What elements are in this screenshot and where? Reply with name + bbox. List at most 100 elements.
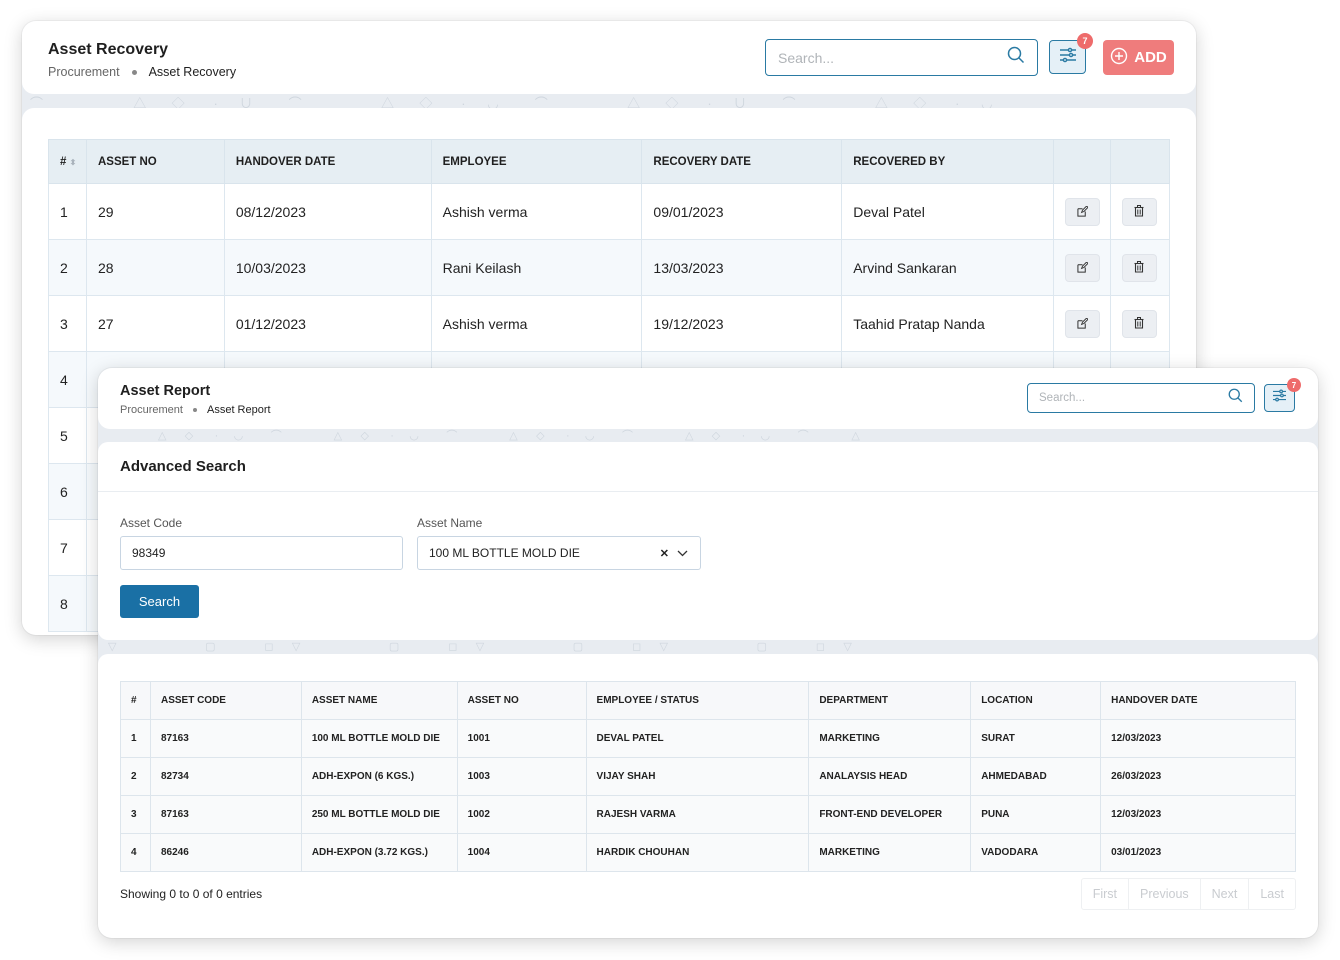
decorative-pattern: ▽ ▢ ◻ ▽ ▢ ◻ ▽ ▢ ◻ ▽ ▢ ◻ ▽ xyxy=(108,641,852,653)
entries-info: Showing 0 to 0 of 0 entries xyxy=(120,887,263,901)
col-header-employee[interactable]: EMPLOYEE xyxy=(430,139,643,184)
edit-button[interactable] xyxy=(1065,309,1101,338)
cell-department: ANALAYSIS HEAD xyxy=(808,757,972,796)
page-next-button[interactable]: Next xyxy=(1199,879,1249,909)
cell-index: 2 xyxy=(120,757,151,796)
search-input[interactable] xyxy=(1039,392,1228,404)
col-header-location[interactable]: LOCATION xyxy=(970,681,1102,720)
table-row[interactable]: 3 27 01/12/2023 Ashish verma 19/12/2023 Taahi… xyxy=(48,295,1171,352)
edit-button[interactable] xyxy=(1065,197,1101,226)
cell-asset-no: 1001 xyxy=(456,719,587,758)
search-button[interactable]: Search xyxy=(120,585,199,618)
table-row[interactable]: 1 29 08/12/2023 Ashish verma 09/01/2023 Deval… xyxy=(48,183,1171,240)
cell-location: SURAT xyxy=(970,719,1102,758)
page-previous-button[interactable]: Previous xyxy=(1128,879,1200,909)
table-row[interactable]: 2 28 10/03/2023 Rani Keilash 13/03/2023 Arvin… xyxy=(48,239,1171,296)
breadcrumb-procurement[interactable]: Procurement xyxy=(120,404,183,416)
col-header-handover-date[interactable]: HANDOVER DATE xyxy=(223,139,432,184)
cell-asset-code: 86246 xyxy=(149,833,302,872)
delete-button[interactable] xyxy=(1121,309,1157,338)
breadcrumb-current: Asset Report xyxy=(206,404,271,416)
col-header-asset-no[interactable]: ASSET NO xyxy=(456,681,587,720)
asset-name-value: 100 ML BOTTLE MOLD DIE xyxy=(429,546,580,560)
table-row[interactable]: 4 86246 ADH-EXPON (3.72 KGS.) 1004 HARDIK CH… xyxy=(120,833,1296,872)
asset-code-input[interactable]: 98349 xyxy=(120,536,403,570)
search-field[interactable] xyxy=(765,39,1038,76)
cell-edit xyxy=(1053,295,1111,352)
page-title: Asset Report xyxy=(120,383,211,399)
cell-index: 1 xyxy=(48,183,87,240)
cell-delete xyxy=(1109,239,1171,296)
add-button[interactable]: ADD xyxy=(1103,40,1174,75)
asset-name-select[interactable]: 100 ML BOTTLE MOLD DIE ✕ xyxy=(417,536,701,570)
col-header-index[interactable]: # ⬍ xyxy=(48,139,87,184)
col-header-asset-code[interactable]: ASSET CODE xyxy=(149,681,302,720)
search-icon[interactable] xyxy=(1007,46,1025,69)
cell-delete xyxy=(1109,295,1171,352)
col-header-recovered-by[interactable]: RECOVERED BY xyxy=(841,139,1055,184)
search-field[interactable] xyxy=(1027,383,1255,413)
divider xyxy=(98,491,1318,492)
add-label: ADD xyxy=(1134,49,1167,66)
table-row[interactable]: 1 87163 100 ML BOTTLE MOLD DIE 1001 DEVAL PA… xyxy=(120,719,1296,758)
edit-icon xyxy=(1077,316,1089,332)
cell-handover-date: 12/03/2023 xyxy=(1100,719,1296,758)
edit-icon xyxy=(1077,260,1089,276)
cell-asset-no: 1002 xyxy=(456,795,587,834)
filter-count-badge: 7 xyxy=(1287,378,1301,392)
asset-code-label: Asset Code xyxy=(120,516,183,530)
cell-recovery-date: 09/01/2023 xyxy=(641,183,843,240)
cell-recovery-date: 13/03/2023 xyxy=(641,239,843,296)
cell-index: 8 xyxy=(48,575,87,632)
cell-index: 2 xyxy=(48,239,87,296)
col-header-recovery-date[interactable]: RECOVERY DATE xyxy=(641,139,843,184)
edit-button[interactable] xyxy=(1065,253,1101,282)
asset-name-label: Asset Name xyxy=(417,516,483,530)
sort-icon[interactable]: ⬍ xyxy=(70,158,77,167)
col-header-department[interactable]: DEPARTMENT xyxy=(808,681,972,720)
table-header-row: # ⬍ ASSET NO HANDOVER DATE EMPLOYEE RECO… xyxy=(48,139,1171,184)
cell-asset-no: 29 xyxy=(85,183,225,240)
cell-department: MARKETING xyxy=(808,833,972,872)
col-header-index[interactable]: # xyxy=(120,681,151,720)
table-row[interactable]: 3 87163 250 ML BOTTLE MOLD DIE 1002 RAJESH V… xyxy=(120,795,1296,834)
cell-handover-date: 03/01/2023 xyxy=(1100,833,1296,872)
table-header-row: # ASSET CODE ASSET NAME ASSET NO EMPLOYE… xyxy=(120,681,1296,720)
delete-button[interactable] xyxy=(1121,197,1157,226)
col-header-employee-status[interactable]: EMPLOYEE / STATUS xyxy=(585,681,810,720)
cell-asset-code: 87163 xyxy=(149,719,302,758)
filter-button[interactable]: 7 xyxy=(1049,33,1093,74)
cell-employee-status: VIJAY SHAH xyxy=(585,757,810,796)
asset-code-value: 98349 xyxy=(132,546,166,560)
page-header: Asset Recovery Procurement Asset Recover… xyxy=(22,21,1196,94)
col-header-handover-date[interactable]: HANDOVER DATE xyxy=(1100,681,1296,720)
cell-asset-name: 250 ML BOTTLE MOLD DIE xyxy=(300,795,458,834)
cell-asset-name: 100 ML BOTTLE MOLD DIE xyxy=(300,719,458,758)
trash-icon xyxy=(1134,260,1144,276)
cell-handover-date: 12/03/2023 xyxy=(1100,795,1296,834)
breadcrumb-procurement[interactable]: Procurement xyxy=(48,65,120,79)
cell-employee: Ashish verma xyxy=(430,183,643,240)
cell-asset-no: 27 xyxy=(85,295,225,352)
search-input[interactable] xyxy=(778,49,1007,66)
cell-edit xyxy=(1053,183,1111,240)
page-header: Asset Report Procurement Asset Report 7 xyxy=(98,368,1318,429)
edit-icon xyxy=(1077,204,1089,220)
cell-handover-date: 01/12/2023 xyxy=(223,295,432,352)
page-last-button[interactable]: Last xyxy=(1248,879,1295,909)
search-icon[interactable] xyxy=(1228,388,1243,408)
breadcrumb: Procurement Asset Report xyxy=(120,404,271,416)
advanced-search-card: Advanced Search Asset Code 98349 Asset N… xyxy=(98,442,1318,640)
table-row[interactable]: 2 82734 ADH-EXPON (6 KGS.) 1003 VIJAY SHAH AN… xyxy=(120,757,1296,796)
cell-location: AHMEDABAD xyxy=(970,757,1102,796)
cell-employee: Rani Keilash xyxy=(430,239,643,296)
chevron-down-icon[interactable] xyxy=(677,546,688,560)
filter-button[interactable]: 7 xyxy=(1264,378,1301,412)
clear-icon[interactable]: ✕ xyxy=(660,547,669,560)
col-header-asset-no[interactable]: ASSET NO xyxy=(85,139,225,184)
delete-button[interactable] xyxy=(1121,253,1157,282)
col-header-asset-name[interactable]: ASSET NAME xyxy=(300,681,458,720)
cell-index: 4 xyxy=(48,351,87,408)
page-first-button[interactable]: First xyxy=(1082,879,1128,909)
trash-icon xyxy=(1134,204,1144,220)
